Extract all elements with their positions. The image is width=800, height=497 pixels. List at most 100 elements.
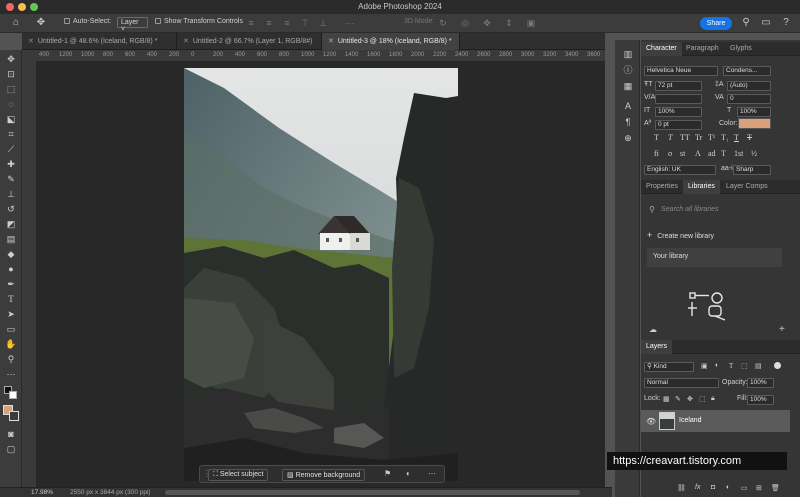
filter-type-icon[interactable]: T [729,362,733,370]
tab-glyphs[interactable]: Glyphs [725,42,757,56]
text-color-swatch[interactable] [738,118,771,129]
font-size-field[interactable]: 72 pt [655,81,702,91]
gradient-tool-icon[interactable]: ▤ [4,233,18,245]
tab-properties[interactable]: Properties [641,180,683,194]
pin-icon[interactable]: ⚑ [384,469,394,481]
layer-row[interactable]: 👁︎ Iceland [641,410,790,432]
move-tool-preset-icon[interactable]: ✥ [35,17,47,29]
visibility-eye-icon[interactable]: 👁︎ [646,417,656,426]
3d-roll-icon[interactable]: ◎ [460,18,470,28]
screen-mode-icon[interactable]: ▢ [4,443,18,455]
secondary-swatch-icon[interactable] [9,411,19,421]
history-brush-tool-icon[interactable]: ↺ [4,203,18,215]
align-center-icon[interactable]: ≡ [264,18,274,28]
remove-background-button[interactable]: ▨ Remove background [282,469,366,481]
dodge-tool-icon[interactable]: ● [4,263,18,275]
clone-stamp-tool-icon[interactable]: ⊥ [4,188,18,200]
workspace-icon[interactable]: ▭ [760,17,772,29]
history-icon[interactable]: ▥ [622,48,634,60]
zoom-tool-icon[interactable]: ⚲ [4,353,18,365]
lock-pixels-icon[interactable]: ✎ [675,395,681,403]
align-top-icon[interactable]: ⊤ [300,18,310,28]
brush-tool-icon[interactable]: ✎ [4,173,18,185]
hand-tool-icon[interactable]: ✋ [4,338,18,350]
select-subject-button[interactable]: ⛶ Select subject [208,469,269,481]
horizontal-ruler[interactable]: 400 1200 1000 800 600 400 200 0 200 400 … [37,50,605,62]
show-transform-checkbox[interactable]: Show Transform Controls [155,18,243,25]
adjust-icon[interactable]: ◐ [406,469,416,481]
move-tool-icon[interactable]: ✥ [4,53,18,65]
type-tool-icon[interactable]: T [4,293,18,305]
opacity-field[interactable]: 100% [747,378,774,388]
link-layers-icon[interactable]: ⛓ [677,484,686,492]
paragraph-panel-icon[interactable]: ¶ [622,116,634,128]
fractions-button[interactable]: ½ [751,149,757,158]
lock-transparency-icon[interactable]: ▦ [663,395,670,403]
old-style-button[interactable]: σ [668,149,672,158]
baseline-shift-field[interactable]: 0 pt [655,120,702,130]
antialias-select[interactable]: Sharp [733,165,771,175]
more-options-icon[interactable]: ⋯ [428,469,438,481]
tab-libraries[interactable]: Libraries [683,180,720,194]
artboard-tool-icon[interactable]: ⊡ [4,68,18,80]
filter-toggle-icon[interactable] [774,362,781,369]
adjustment-layer-icon[interactable]: ◐ [726,484,730,491]
leading-field[interactable]: (Auto) [727,81,771,91]
faux-italic-button[interactable]: T [668,133,672,142]
healing-brush-tool-icon[interactable]: ✚ [4,158,18,170]
create-library-button[interactable]: + Create new library [647,230,747,242]
ligatures-button[interactable]: fi [654,149,659,158]
rectangle-tool-icon[interactable]: ▭ [4,323,18,335]
tab-untitled-3[interactable]: ✕ Untitled-3 @ 18% (Iceland, RGB/8) * [322,33,460,50]
share-button[interactable]: Share [700,17,732,30]
align-left-icon[interactable]: ≡ [246,18,256,28]
marquee-tool-icon[interactable]: ⬚ [4,83,18,95]
path-selection-tool-icon[interactable]: ➤ [4,308,18,320]
distribute-icon[interactable]: ⋯ [345,18,355,28]
add-mask-icon[interactable]: ◘ [711,484,715,491]
home-icon[interactable]: ⌂ [10,17,22,29]
pen-tool-icon[interactable]: ✒ [4,278,18,290]
lock-position-icon[interactable]: ✥ [687,395,693,403]
swash-button[interactable]: A [695,149,701,158]
all-caps-button[interactable]: TT [680,133,690,142]
align-middle-icon[interactable]: ⊥ [318,18,328,28]
filter-pixel-icon[interactable]: ▣ [701,362,708,370]
layer-filter-select[interactable]: ⚲ Kind [644,362,694,372]
zoom-level[interactable]: 17.98% [31,489,53,496]
document-image[interactable] [184,68,458,481]
3d-scale-icon[interactable]: ▣ [526,18,536,28]
character-panel-icon[interactable]: A [622,100,634,112]
layer-style-icon[interactable]: fx [695,484,700,491]
tab-character[interactable]: Character [641,42,682,56]
lock-all-icon[interactable]: 🔒︎ [711,395,715,403]
add-asset-icon[interactable]: + [779,324,785,335]
small-caps-button[interactable]: Tr [695,133,702,142]
eyedropper-tool-icon[interactable]: ⟋ [4,143,18,155]
new-group-icon[interactable]: ▭ [741,484,748,492]
more-tools-icon[interactable]: ⋯ [4,368,18,380]
blend-mode-select[interactable]: Normal [644,378,719,388]
lasso-tool-icon[interactable]: ◌ [4,98,18,110]
filter-shape-icon[interactable]: ⬚ [741,362,748,370]
auto-select-dropdown[interactable]: Layer ˅ [117,17,148,33]
lock-artboard-icon[interactable]: ⬚ [699,395,706,403]
your-library-item[interactable]: Your library [647,248,782,267]
titling-button[interactable]: T [721,149,726,158]
language-select[interactable]: English: UK [644,165,716,175]
layer-name[interactable]: Iceland [679,417,702,424]
search-icon[interactable]: ⚲ [740,17,752,29]
new-layer-icon[interactable]: ⊞ [756,484,762,492]
3d-slide-icon[interactable]: ⇕ [504,18,514,28]
3d-rotate-icon[interactable]: ↻ [438,18,448,28]
vertical-ruler[interactable] [22,62,37,487]
strikethrough-button[interactable]: T [747,133,752,142]
auto-select-checkbox[interactable]: Auto-Select: [64,18,111,25]
quick-mask-icon[interactable]: ◙ [4,428,18,440]
eraser-tool-icon[interactable]: ◩ [4,218,18,230]
horizontal-scrollbar[interactable] [165,490,580,495]
superscript-button[interactable]: T¹ [708,133,715,142]
delete-layer-icon[interactable]: 🗑︎ [771,484,780,492]
horizontal-scale-field[interactable]: 100% [737,107,771,117]
drag-handle-icon[interactable]: ⋮ [203,469,211,481]
